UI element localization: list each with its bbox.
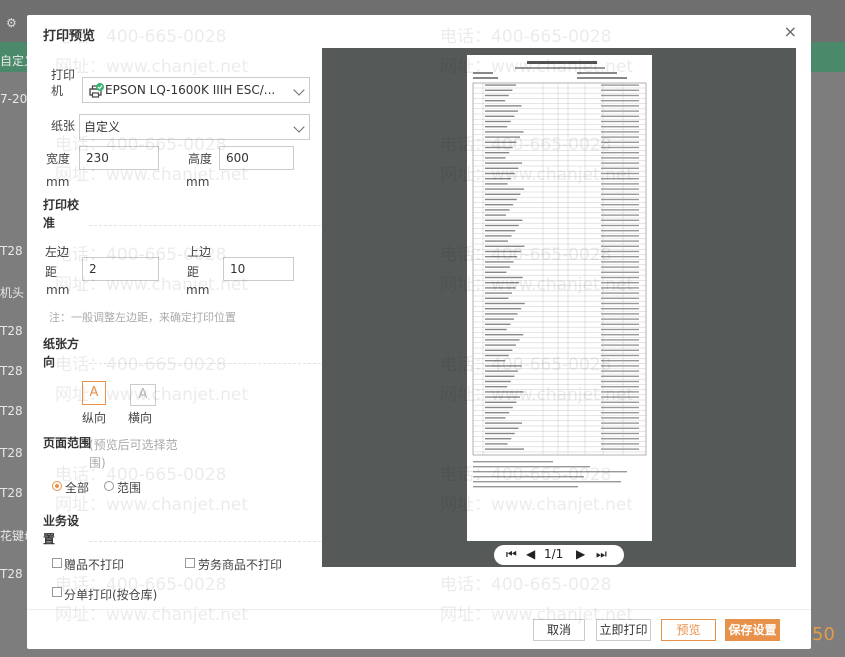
bg-row: T28 <box>0 364 23 378</box>
divider <box>89 363 321 364</box>
divider <box>89 541 321 542</box>
bg-total-number: 50 <box>812 624 835 645</box>
service-no-print-checkbox[interactable] <box>185 558 195 568</box>
printer-value: EPSON LQ-1600K IIIH ESC/... <box>105 83 276 97</box>
width-label: 宽度 <box>46 152 71 166</box>
bg-row: T28 <box>0 324 23 338</box>
divider <box>89 225 321 226</box>
chevron-down-icon <box>293 84 305 96</box>
bg-row: T28 <box>0 446 23 460</box>
height-input[interactable]: 600 <box>219 146 294 170</box>
service-no-print-label: 劳务商品不打印 <box>198 558 283 572</box>
landscape-option[interactable]: A <box>130 384 156 406</box>
range-hint: (预览后可选择范围) <box>89 436 179 472</box>
next-page-icon[interactable]: ▶ <box>576 547 585 561</box>
range-custom-label: 范围 <box>117 481 142 495</box>
calibration-note: 注：一般调整左边距，来确定打印位置 <box>49 311 236 324</box>
split-print-label: 分单打印(按仓库) <box>64 588 158 602</box>
range-all-label: 全部 <box>65 481 90 495</box>
left-margin-input[interactable]: 2 <box>82 257 159 281</box>
bg-row: T28 <box>0 486 23 500</box>
top-margin-input[interactable]: 10 <box>223 257 294 281</box>
width-unit: mm <box>46 175 70 189</box>
gift-no-print-checkbox[interactable] <box>52 558 62 568</box>
landscape-label: 横向 <box>128 411 153 425</box>
portrait-label: 纵向 <box>82 411 107 425</box>
printer-select[interactable]: EPSON LQ-1600K IIIH ESC/... <box>82 77 310 103</box>
document-thumbnail <box>472 61 647 488</box>
height-unit: mm <box>186 175 210 189</box>
paper-value: 自定义 <box>84 120 121 134</box>
portrait-option[interactable]: A <box>82 381 106 405</box>
print-now-button[interactable]: 立即打印 <box>596 619 651 641</box>
paper-label: 纸张 <box>51 119 76 133</box>
bg-row: T28 <box>0 567 23 581</box>
footer-divider <box>27 609 811 610</box>
range-all-radio[interactable] <box>52 481 62 491</box>
prev-page-icon[interactable]: ◀ <box>526 547 535 561</box>
range-custom-radio[interactable] <box>104 481 114 491</box>
printer-label: 打印机 <box>51 68 76 98</box>
settings-icon: ⚙ <box>6 16 17 30</box>
bg-date-text: 7-20 <box>0 92 28 106</box>
business-title: 业务设置 <box>43 514 80 546</box>
height-label: 高度 <box>188 152 213 166</box>
range-title: 页面范围 <box>43 436 92 450</box>
dialog-title: 打印预览 <box>43 29 96 44</box>
chevron-down-icon <box>293 121 305 133</box>
green-header-bar-right <box>810 42 845 72</box>
left-margin-unit: mm <box>46 283 70 297</box>
paper-select[interactable]: 自定义 <box>79 114 310 140</box>
split-print-checkbox[interactable] <box>52 587 62 597</box>
top-margin-label: 上边距 <box>187 245 212 279</box>
pagination: ⏮ ◀ 1/1 ▶ ⏭ <box>494 545 624 565</box>
calibration-title: 打印校准 <box>43 198 80 230</box>
cancel-button[interactable]: 取消 <box>533 619 585 641</box>
printer-icon <box>89 83 104 98</box>
preview-button[interactable]: 预览 <box>661 619 716 641</box>
width-input[interactable]: 230 <box>79 146 159 170</box>
top-margin-unit: mm <box>186 283 210 297</box>
bg-row: T28 <box>0 404 23 418</box>
page-indicator: 1/1 <box>544 547 564 561</box>
bg-row: 机头 <box>0 286 25 300</box>
bg-row: T28 <box>0 244 23 258</box>
range-hint-text: (预览后可选择范围) <box>89 438 178 470</box>
first-page-icon[interactable]: ⏮ <box>506 547 517 562</box>
save-settings-button[interactable]: 保存设置 <box>725 619 780 641</box>
left-margin-label: 左边距 <box>45 245 70 279</box>
last-page-icon[interactable]: ⏭ <box>596 547 607 562</box>
document-table-lines <box>472 82 647 488</box>
preview-pane: ⏮ ◀ 1/1 ▶ ⏭ <box>322 48 796 567</box>
print-preview-dialog: 打印预览 × 打印机 EPSON LQ-1600K IIIH ESC/... 纸… <box>27 15 811 649</box>
preview-page <box>467 55 652 541</box>
orientation-title: 纸张方向 <box>43 337 80 369</box>
close-icon[interactable]: × <box>784 22 797 41</box>
gift-no-print-label: 赠品不打印 <box>64 558 125 572</box>
